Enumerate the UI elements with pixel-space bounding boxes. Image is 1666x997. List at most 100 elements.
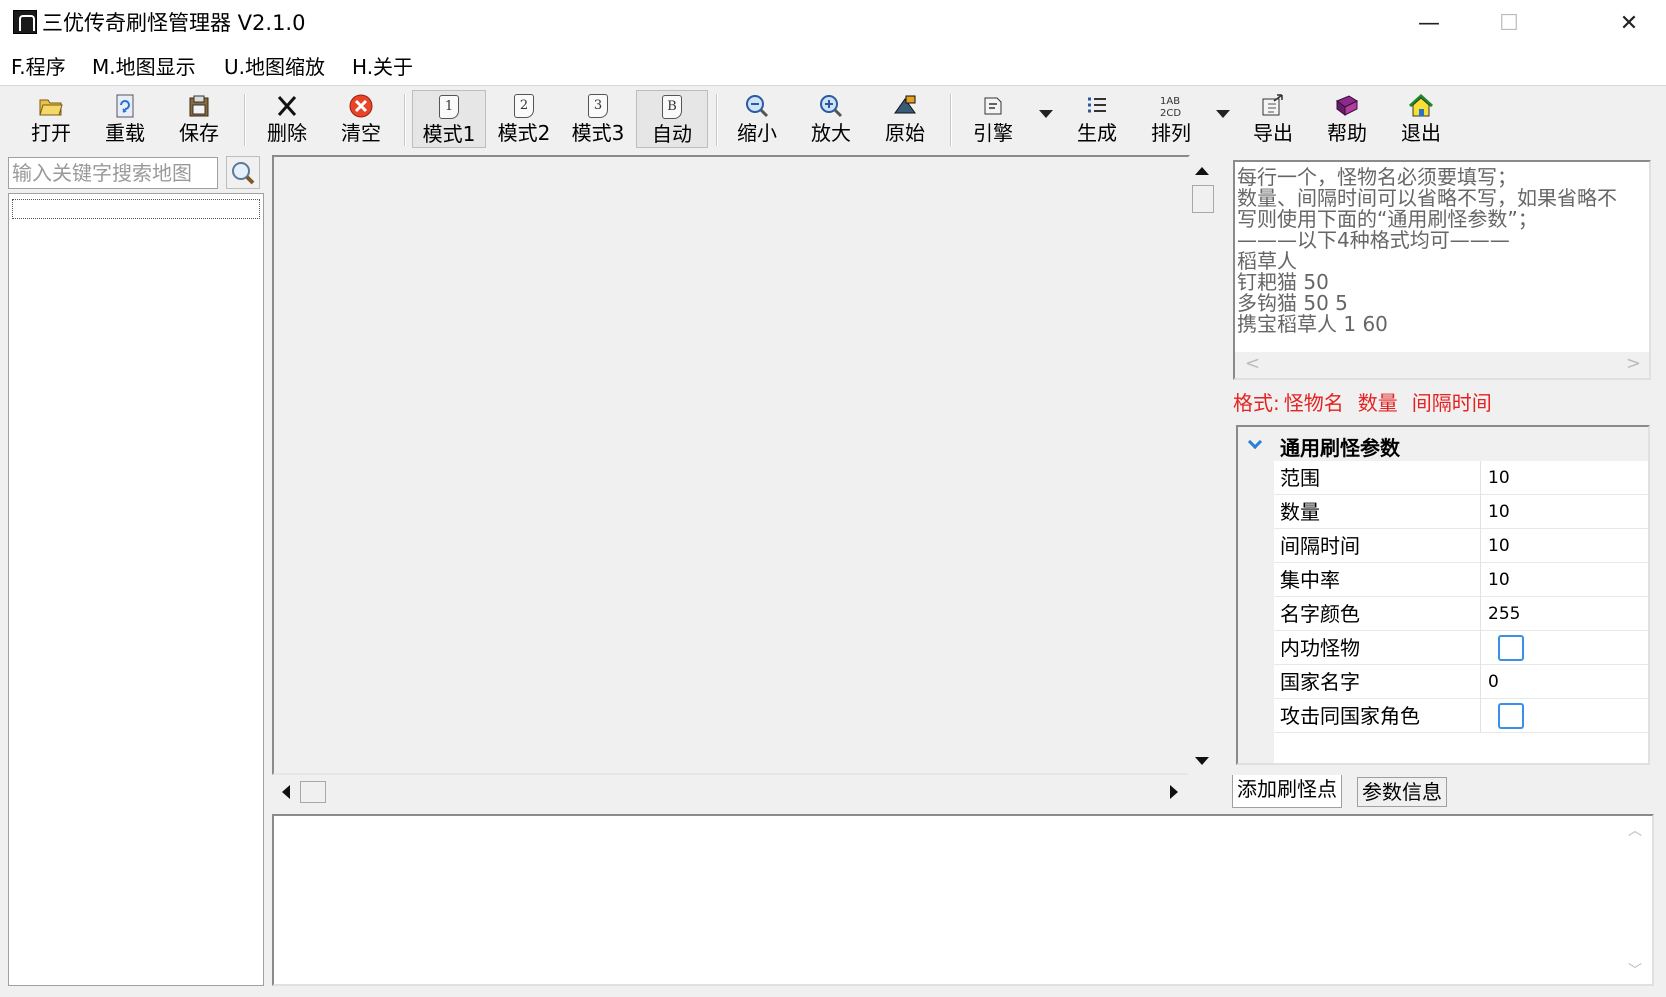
map-vertical-scrollbar[interactable] [1188,157,1216,777]
close-button[interactable]: ✕ [1594,0,1664,46]
map-canvas[interactable] [272,155,1190,775]
scroll-right-icon[interactable]: > [1626,353,1641,374]
property-category-header[interactable]: 通用刷怪参数 [1238,427,1648,461]
toolbar-separator [950,94,952,146]
list-icon [1084,93,1110,119]
attack-same-country-checkbox[interactable] [1498,703,1524,729]
log-output[interactable]: ︿ ﹀ [272,814,1654,986]
menu-about[interactable]: H.关于 [352,54,413,80]
open-label: 打开 [31,121,71,145]
zoom-out-button[interactable]: 缩小 [734,90,780,148]
internal-monster-checkbox[interactable] [1498,635,1524,661]
menu-program[interactable]: F.程序 [11,54,66,80]
mode1-button[interactable]: 1 模式1 [412,90,486,148]
reload-button[interactable]: 重载 [102,90,148,148]
menu-map-display[interactable]: M.地图显示 [92,54,196,80]
export-button[interactable]: 导出 [1250,90,1296,148]
maximize-icon: ☐ [1499,10,1519,36]
map-search-input[interactable] [8,157,218,189]
generate-button[interactable]: 生成 [1074,90,1120,148]
monster-input-textarea[interactable]: 每行一个，怪物名必须要填写； 数量、间隔时间可以省略不写，如果省略不 写则使用下… [1233,160,1651,380]
folder-open-icon [38,93,64,119]
clear-button[interactable]: 清空 [338,90,384,148]
mode3-button[interactable]: 3 模式3 [568,90,628,148]
menu-map-zoom[interactable]: U.地图缩放 [224,54,325,80]
scroll-left-icon[interactable]: < [1245,353,1260,374]
scroll-down-arrow-icon[interactable] [1195,757,1209,765]
property-row-interval[interactable]: 间隔时间 10 [1274,529,1648,563]
property-gutter [1238,461,1274,763]
save-icon [186,93,212,119]
chevron-down-icon[interactable] [1247,434,1263,450]
property-name: 范围 [1280,466,1320,490]
log-scroll-down-icon[interactable]: ﹀ [1628,960,1642,980]
zoom-in-icon [818,93,844,119]
property-value[interactable]: 255 [1488,603,1520,625]
help-button[interactable]: 帮助 [1324,90,1370,148]
horizontal-scroll-thumb[interactable] [300,781,326,803]
scroll-right-arrow-icon[interactable] [1170,785,1178,799]
property-value[interactable]: 10 [1488,501,1510,523]
sort-icon: 1AB 2CD [1158,93,1184,119]
window-title: 三优传奇刷怪管理器 V2.1.0 [42,11,306,35]
auto-button[interactable]: B 自动 [636,90,708,148]
maximize-button[interactable]: ☐ [1474,0,1544,46]
clear-icon [348,93,374,119]
help-line: 钉耙猫 50 [1237,270,1329,294]
generate-label: 生成 [1077,121,1117,145]
delete-button[interactable]: 删除 [264,90,310,148]
property-name: 国家名字 [1280,670,1360,694]
property-row-attack-same-country[interactable]: 攻击同国家角色 [1274,699,1648,733]
original-size-button[interactable]: 原始 [882,90,928,148]
map-horizontal-scrollbar[interactable] [274,778,1188,806]
property-row-range[interactable]: 范围 10 [1274,461,1648,495]
map-list[interactable] [8,193,264,986]
property-value[interactable]: 10 [1488,467,1510,489]
export-label: 导出 [1253,121,1293,145]
original-size-label: 原始 [885,121,925,145]
help-horizontal-scrollbar[interactable]: < > [1235,352,1649,378]
engine-dropdown-arrow-icon[interactable] [1039,110,1053,118]
toolbar-separator [404,94,406,146]
zoom-in-label: 放大 [811,121,851,145]
log-scroll-up-icon[interactable]: ︿ [1628,820,1642,840]
auto-icon: B [662,95,682,119]
property-value[interactable]: 10 [1488,535,1510,557]
property-row-concentration[interactable]: 集中率 10 [1274,563,1648,597]
property-row-country-name[interactable]: 国家名字 0 [1274,665,1648,699]
reload-label: 重载 [105,121,145,145]
tab-param-info[interactable]: 参数信息 [1357,777,1447,807]
svg-text:2CD: 2CD [1160,108,1181,119]
mode2-button[interactable]: 2 模式2 [494,90,554,148]
search-button[interactable] [226,156,260,189]
mode3-icon: 3 [588,94,608,118]
engine-label: 引擎 [973,121,1013,145]
exit-button[interactable]: 退出 [1398,90,1444,148]
zoom-in-button[interactable]: 放大 [808,90,854,148]
tab-add-spawn-point[interactable]: 添加刷怪点 [1232,775,1342,808]
property-name: 攻击同国家角色 [1280,704,1420,728]
minimize-button[interactable]: — [1394,0,1464,46]
property-name: 间隔时间 [1280,534,1360,558]
help-line: 多钩猫 50 5 [1237,291,1348,315]
property-category-title: 通用刷怪参数 [1280,436,1400,460]
engine-button[interactable]: 引擎 [970,90,1016,148]
scroll-up-arrow-icon[interactable] [1195,167,1209,175]
save-button[interactable]: 保存 [176,90,222,148]
mode2-label: 模式2 [497,121,551,145]
open-button[interactable]: 打开 [28,90,74,148]
vertical-scroll-thumb[interactable] [1192,185,1214,213]
scroll-left-arrow-icon[interactable] [282,785,290,799]
sort-dropdown-arrow-icon[interactable] [1216,110,1230,118]
property-value[interactable]: 10 [1488,569,1510,591]
map-list-focus-row[interactable] [12,199,260,219]
property-row-internal-monster[interactable]: 内功怪物 [1274,631,1648,665]
property-row-count[interactable]: 数量 10 [1274,495,1648,529]
property-value[interactable]: 0 [1488,671,1499,693]
minimize-icon: — [1418,10,1440,36]
sort-button[interactable]: 1AB 2CD 排列 [1148,90,1194,148]
zoom-out-icon [744,93,770,119]
property-name: 集中率 [1280,568,1340,592]
property-row-name-color[interactable]: 名字颜色 255 [1274,597,1648,631]
close-icon: ✕ [1619,10,1639,36]
